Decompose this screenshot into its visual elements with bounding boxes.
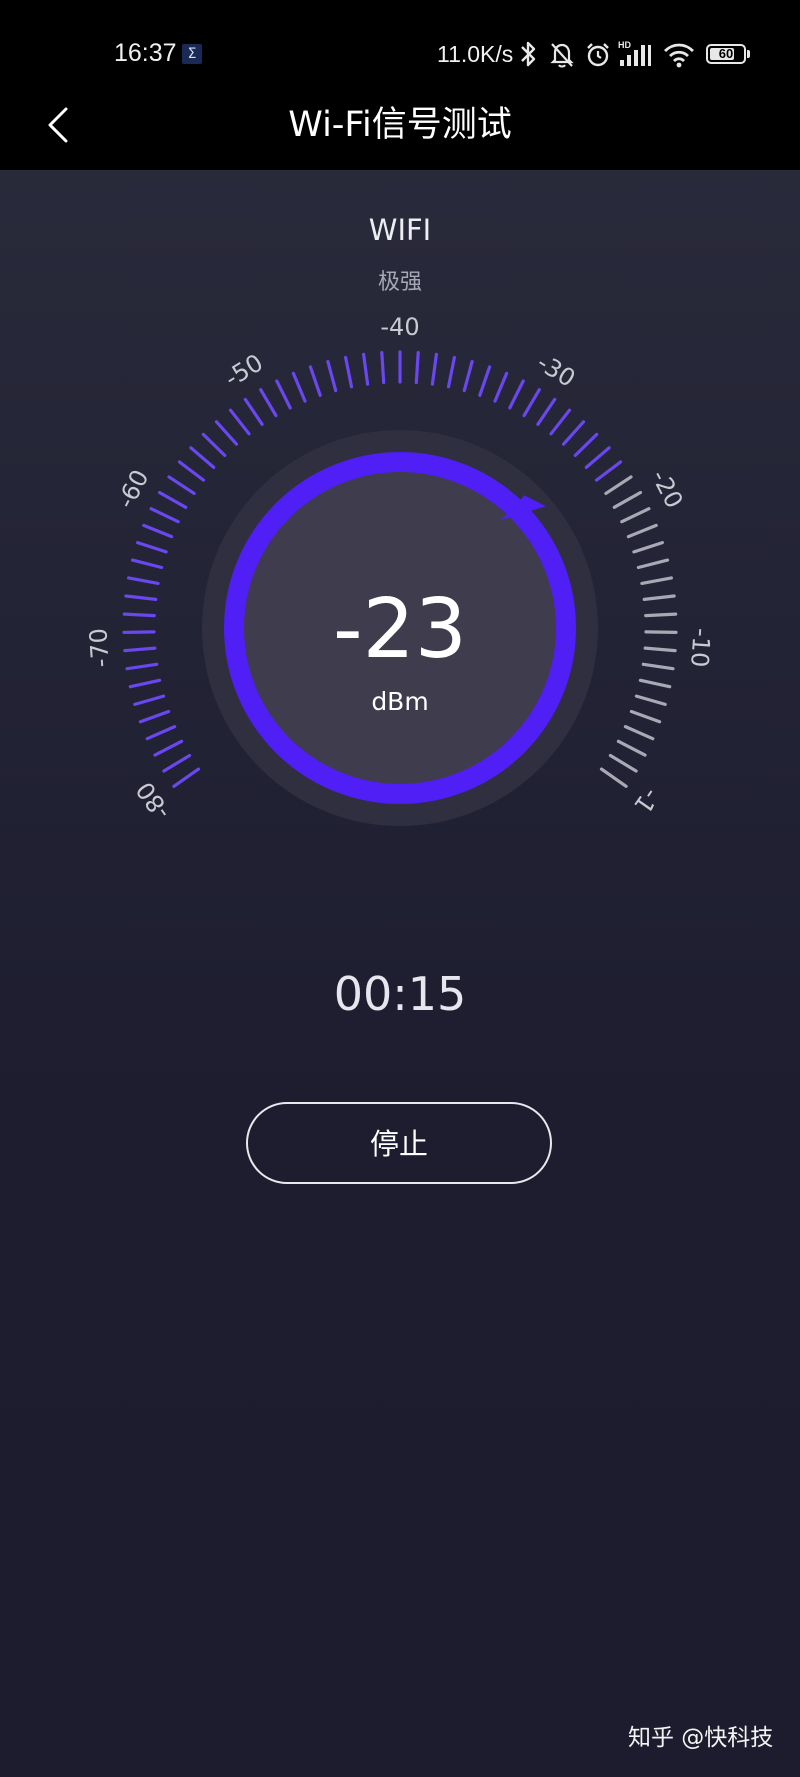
- gauge-tick: [508, 379, 525, 410]
- gauge-tick: [362, 352, 370, 386]
- gauge-tick: [214, 420, 239, 446]
- gauge-tick: [136, 540, 168, 554]
- gauge-tick: [623, 724, 655, 741]
- gauge-tick: [549, 408, 572, 436]
- gauge-scale-label: -30: [532, 348, 580, 392]
- gauge-tick: [308, 365, 322, 397]
- gauge-tick: [414, 351, 420, 385]
- gauge-tick: [167, 475, 196, 495]
- gauge-tick: [608, 753, 638, 773]
- gauge-tick: [620, 507, 651, 524]
- gauge-tick: [326, 360, 338, 393]
- signal-gauge: -80-70-60-50-40-30-20-10-1: [84, 313, 716, 826]
- gauge-tick: [130, 558, 164, 570]
- gauge-tick: [291, 371, 307, 403]
- gauge-tick: [636, 558, 670, 570]
- gauge-scale-label: -1: [628, 783, 665, 819]
- gauge-tick: [162, 753, 192, 773]
- gauge-tick: [599, 767, 628, 788]
- gauge-scale-label: -40: [380, 313, 419, 341]
- gauge-tick: [573, 432, 599, 457]
- gauge-tick: [604, 475, 633, 495]
- gauge-tick: [536, 397, 557, 426]
- gauge-tick: [153, 739, 184, 757]
- gauge-tick: [561, 420, 586, 446]
- gauge-tick: [177, 460, 206, 482]
- gauge-tick: [612, 490, 643, 509]
- gauge-tick: [478, 365, 492, 397]
- gauge-tick: [172, 767, 201, 788]
- gauge-scale-label: -60: [112, 465, 155, 513]
- gauge-tick: [616, 739, 647, 757]
- gauge-scale-label: -80: [131, 777, 176, 825]
- signal-unit: dBm: [371, 687, 429, 716]
- stop-button[interactable]: 停止: [246, 1102, 552, 1184]
- gauge-tick: [149, 507, 180, 524]
- gauge-tick: [594, 460, 623, 482]
- gauge-scale-label: -20: [646, 465, 689, 513]
- gauge-tick: [430, 352, 438, 386]
- gauge-tick: [145, 724, 177, 741]
- gauge-tick: [228, 408, 251, 436]
- gauge-tick: [626, 523, 658, 539]
- gauge-tick: [157, 490, 188, 509]
- gauge-tick: [259, 388, 278, 418]
- signal-value: -23: [333, 582, 467, 677]
- gauge-scale-label: -50: [220, 348, 268, 392]
- gauge-tick: [201, 432, 227, 457]
- gauge-tick: [189, 446, 216, 469]
- gauge-tick: [462, 360, 474, 393]
- gauge-tick: [344, 355, 354, 389]
- gauge-tick: [380, 351, 386, 385]
- gauge-tick: [632, 540, 665, 554]
- gauge-tick: [522, 388, 541, 418]
- gauge-tick: [584, 446, 611, 469]
- gauge-tick: [275, 379, 292, 410]
- gauge-tick: [493, 371, 509, 403]
- watermark: 知乎 @快科技: [628, 1725, 774, 1751]
- elapsed-timer: 00:15: [333, 967, 467, 1021]
- gauge-tick: [243, 397, 264, 426]
- gauge-tick: [142, 523, 174, 539]
- gauge-tick: [446, 355, 456, 389]
